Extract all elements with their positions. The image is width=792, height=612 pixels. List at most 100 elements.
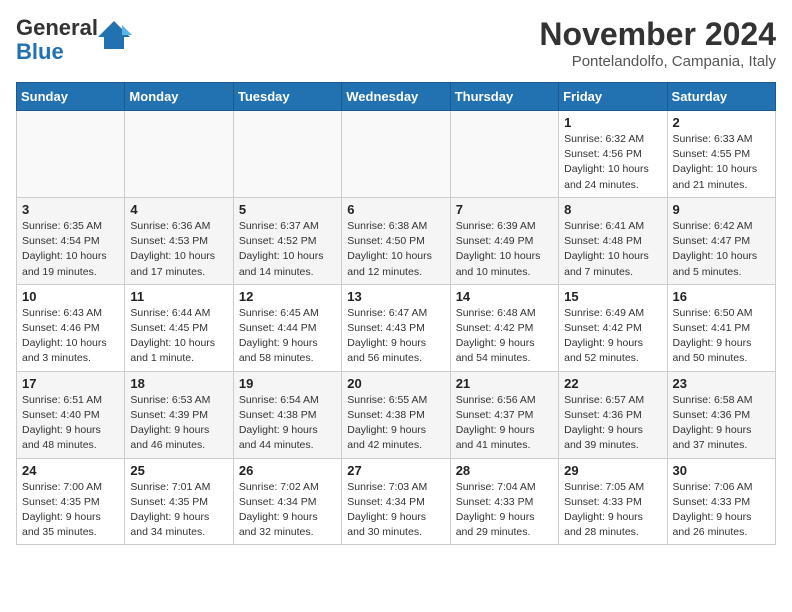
calendar-day-header: Sunday [17, 83, 125, 111]
day-info: Sunrise: 6:32 AM Sunset: 4:56 PM Dayligh… [564, 132, 661, 193]
day-number: 14 [456, 289, 553, 304]
calendar-day-header: Tuesday [233, 83, 341, 111]
calendar-cell: 17 Sunrise: 6:51 AM Sunset: 4:40 PM Dayli… [17, 371, 125, 458]
day-info: Sunrise: 6:44 AM Sunset: 4:45 PM Dayligh… [130, 306, 227, 367]
calendar-cell: 30Sunrise: 7:06 AM Sunset: 4:33 PM Dayli… [667, 458, 775, 545]
calendar-cell [125, 111, 233, 198]
day-info: Sunrise: 6:36 AM Sunset: 4:53 PM Dayligh… [130, 219, 227, 280]
day-number: 12 [239, 289, 336, 304]
day-number: 18 [130, 376, 227, 391]
calendar-cell: 10 Sunrise: 6:43 AM Sunset: 4:46 PM Dayli… [17, 284, 125, 371]
calendar-cell: 15Sunrise: 6:49 AM Sunset: 4:42 PM Dayli… [559, 284, 667, 371]
month-title: November 2024 [539, 16, 776, 53]
day-number: 6 [347, 202, 444, 217]
day-number: 10 [22, 289, 119, 304]
calendar-cell: 26 Sunrise: 7:02 AM Sunset: 4:34 PM Dayli… [233, 458, 341, 545]
calendar-week-row: 10 Sunrise: 6:43 AM Sunset: 4:46 PM Dayli… [17, 284, 776, 371]
calendar-week-row: 1 Sunrise: 6:32 AM Sunset: 4:56 PM Daylig… [17, 111, 776, 198]
day-number: 7 [456, 202, 553, 217]
calendar-cell: 1 Sunrise: 6:32 AM Sunset: 4:56 PM Daylig… [559, 111, 667, 198]
day-number: 19 [239, 376, 336, 391]
day-info: Sunrise: 6:35 AM Sunset: 4:54 PM Dayligh… [22, 219, 119, 280]
day-info: Sunrise: 6:47 AM Sunset: 4:43 PM Dayligh… [347, 306, 444, 367]
day-info: Sunrise: 7:04 AM Sunset: 4:33 PM Dayligh… [456, 480, 553, 541]
calendar-cell: 8 Sunrise: 6:41 AM Sunset: 4:48 PM Daylig… [559, 197, 667, 284]
day-info: Sunrise: 6:55 AM Sunset: 4:38 PM Dayligh… [347, 393, 444, 454]
day-info: Sunrise: 6:39 AM Sunset: 4:49 PM Dayligh… [456, 219, 553, 280]
day-info: Sunrise: 6:41 AM Sunset: 4:48 PM Dayligh… [564, 219, 661, 280]
day-info: Sunrise: 6:45 AM Sunset: 4:44 PM Dayligh… [239, 306, 336, 367]
day-info: Sunrise: 6:38 AM Sunset: 4:50 PM Dayligh… [347, 219, 444, 280]
day-number: 17 [22, 376, 119, 391]
calendar-table: SundayMondayTuesdayWednesdayThursdayFrid… [16, 82, 776, 545]
day-info: Sunrise: 7:06 AM Sunset: 4:33 PM Dayligh… [673, 480, 770, 541]
day-info: Sunrise: 6:43 AM Sunset: 4:46 PM Dayligh… [22, 306, 119, 367]
calendar-week-row: 3 Sunrise: 6:35 AM Sunset: 4:54 PM Daylig… [17, 197, 776, 284]
day-number: 4 [130, 202, 227, 217]
day-number: 21 [456, 376, 553, 391]
logo-icon [96, 17, 132, 53]
calendar-week-row: 17 Sunrise: 6:51 AM Sunset: 4:40 PM Dayli… [17, 371, 776, 458]
calendar-cell: 18Sunrise: 6:53 AM Sunset: 4:39 PM Dayli… [125, 371, 233, 458]
day-info: Sunrise: 7:02 AM Sunset: 4:34 PM Dayligh… [239, 480, 336, 541]
calendar-cell: 29Sunrise: 7:05 AM Sunset: 4:33 PM Dayli… [559, 458, 667, 545]
logo-blue: Blue [16, 39, 64, 64]
day-number: 24 [22, 463, 119, 478]
calendar-day-header: Friday [559, 83, 667, 111]
calendar-cell: 2 Sunrise: 6:33 AM Sunset: 4:55 PM Daylig… [667, 111, 775, 198]
day-info: Sunrise: 6:48 AM Sunset: 4:42 PM Dayligh… [456, 306, 553, 367]
page-header: General Blue November 2024 Pontelandolfo… [16, 16, 776, 70]
day-number: 1 [564, 115, 661, 130]
calendar-cell: 6 Sunrise: 6:38 AM Sunset: 4:50 PM Daylig… [342, 197, 450, 284]
calendar-cell: 20 Sunrise: 6:55 AM Sunset: 4:38 PM Dayli… [342, 371, 450, 458]
calendar-day-header: Monday [125, 83, 233, 111]
calendar-cell: 23 Sunrise: 6:58 AM Sunset: 4:36 PM Dayli… [667, 371, 775, 458]
calendar-cell: 22Sunrise: 6:57 AM Sunset: 4:36 PM Dayli… [559, 371, 667, 458]
calendar-cell: 27Sunrise: 7:03 AM Sunset: 4:34 PM Dayli… [342, 458, 450, 545]
day-number: 13 [347, 289, 444, 304]
calendar-cell: 5Sunrise: 6:37 AM Sunset: 4:52 PM Daylig… [233, 197, 341, 284]
day-number: 20 [347, 376, 444, 391]
calendar-cell [233, 111, 341, 198]
day-info: Sunrise: 6:51 AM Sunset: 4:40 PM Dayligh… [22, 393, 119, 454]
day-number: 22 [564, 376, 661, 391]
day-number: 3 [22, 202, 119, 217]
calendar-cell: 25 Sunrise: 7:01 AM Sunset: 4:35 PM Dayli… [125, 458, 233, 545]
day-info: Sunrise: 6:54 AM Sunset: 4:38 PM Dayligh… [239, 393, 336, 454]
day-number: 15 [564, 289, 661, 304]
day-info: Sunrise: 6:42 AM Sunset: 4:47 PM Dayligh… [673, 219, 770, 280]
day-number: 16 [673, 289, 770, 304]
day-number: 26 [239, 463, 336, 478]
day-number: 2 [673, 115, 770, 130]
day-info: Sunrise: 6:33 AM Sunset: 4:55 PM Dayligh… [673, 132, 770, 193]
day-number: 9 [673, 202, 770, 217]
calendar-day-header: Saturday [667, 83, 775, 111]
logo-general: General [16, 15, 98, 40]
day-number: 11 [130, 289, 227, 304]
day-number: 28 [456, 463, 553, 478]
calendar-cell: 13 Sunrise: 6:47 AM Sunset: 4:43 PM Dayli… [342, 284, 450, 371]
calendar-cell: 24 Sunrise: 7:00 AM Sunset: 4:35 PM Dayli… [17, 458, 125, 545]
day-info: Sunrise: 7:00 AM Sunset: 4:35 PM Dayligh… [22, 480, 119, 541]
day-info: Sunrise: 7:01 AM Sunset: 4:35 PM Dayligh… [130, 480, 227, 541]
day-number: 25 [130, 463, 227, 478]
day-info: Sunrise: 6:56 AM Sunset: 4:37 PM Dayligh… [456, 393, 553, 454]
title-block: November 2024 Pontelandolfo, Campania, I… [539, 16, 776, 70]
day-info: Sunrise: 6:58 AM Sunset: 4:36 PM Dayligh… [673, 393, 770, 454]
calendar-cell [342, 111, 450, 198]
day-number: 5 [239, 202, 336, 217]
calendar-day-header: Wednesday [342, 83, 450, 111]
calendar-cell: 9 Sunrise: 6:42 AM Sunset: 4:47 PM Daylig… [667, 197, 775, 284]
calendar-week-row: 24 Sunrise: 7:00 AM Sunset: 4:35 PM Dayli… [17, 458, 776, 545]
day-number: 23 [673, 376, 770, 391]
calendar-header-row: SundayMondayTuesdayWednesdayThursdayFrid… [17, 83, 776, 111]
calendar-cell: 16Sunrise: 6:50 AM Sunset: 4:41 PM Dayli… [667, 284, 775, 371]
day-info: Sunrise: 7:03 AM Sunset: 4:34 PM Dayligh… [347, 480, 444, 541]
calendar-cell: 14 Sunrise: 6:48 AM Sunset: 4:42 PM Dayli… [450, 284, 558, 371]
logo: General Blue [16, 16, 132, 64]
calendar-cell: 21 Sunrise: 6:56 AM Sunset: 4:37 PM Dayli… [450, 371, 558, 458]
calendar-cell: 11 Sunrise: 6:44 AM Sunset: 4:45 PM Dayli… [125, 284, 233, 371]
calendar-cell: 12 Sunrise: 6:45 AM Sunset: 4:44 PM Dayli… [233, 284, 341, 371]
day-number: 8 [564, 202, 661, 217]
calendar-cell: 28 Sunrise: 7:04 AM Sunset: 4:33 PM Dayli… [450, 458, 558, 545]
